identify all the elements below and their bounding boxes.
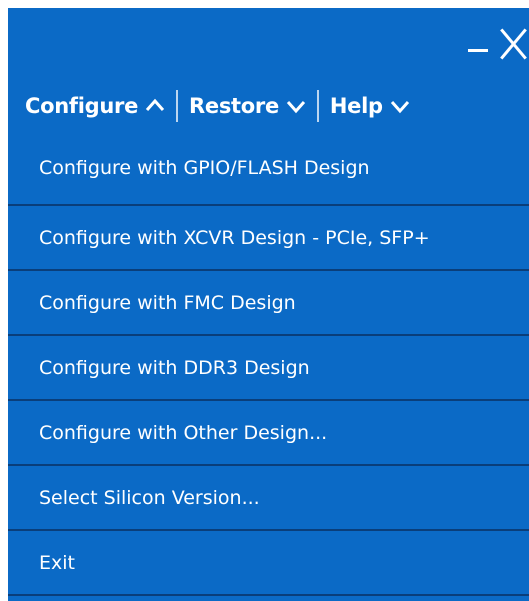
menu-item-other-design[interactable]: Configure with Other Design...	[8, 401, 529, 466]
menu-separator	[176, 90, 179, 122]
menu-item-exit[interactable]: Exit	[8, 531, 529, 596]
configure-dropdown: Configure with GPIO/FLASH Design Configu…	[8, 136, 529, 596]
menu-restore[interactable]: Restore	[189, 94, 306, 118]
app-panel: Configure Restore Help Configure with GP…	[8, 8, 529, 601]
menu-item-ddr3[interactable]: Configure with DDR3 Design	[8, 336, 529, 401]
menu-item-xcvr[interactable]: Configure with XCVR Design - PCIe, SFP+	[8, 206, 529, 271]
menu-help-label: Help	[329, 94, 383, 118]
chevron-down-icon	[390, 96, 410, 116]
menu-separator	[316, 90, 319, 122]
menu-item-gpio-flash[interactable]: Configure with GPIO/FLASH Design	[8, 136, 529, 206]
minimize-icon[interactable]	[468, 24, 488, 64]
chevron-down-icon	[286, 96, 306, 116]
menu-restore-label: Restore	[189, 94, 279, 118]
menu-help[interactable]: Help	[330, 94, 410, 118]
menu-bar: Configure Restore Help	[8, 80, 529, 132]
menu-item-silicon-version[interactable]: Select Silicon Version...	[8, 466, 529, 531]
chevron-up-icon	[145, 96, 165, 116]
close-icon[interactable]	[500, 28, 528, 60]
window-controls	[468, 8, 529, 80]
menu-item-fmc[interactable]: Configure with FMC Design	[8, 271, 529, 336]
menu-configure-label: Configure	[25, 94, 139, 118]
menu-configure[interactable]: Configure	[25, 94, 165, 118]
